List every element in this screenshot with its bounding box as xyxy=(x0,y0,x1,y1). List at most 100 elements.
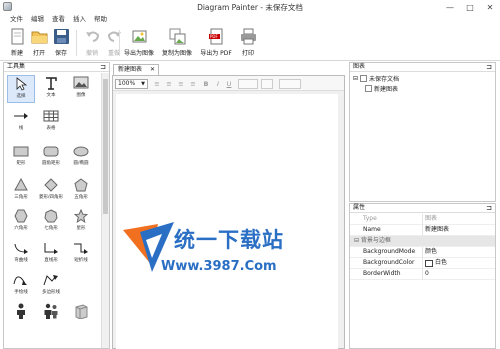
tool-label: 星形 xyxy=(76,226,86,231)
export-pdf-label: 导出为 PDF xyxy=(200,50,232,57)
property-value[interactable]: 新建图表 xyxy=(425,225,449,235)
toolbox-scrollbar[interactable] xyxy=(101,73,109,348)
minimize-button[interactable]: — xyxy=(440,0,460,14)
export-image-button[interactable]: 导出为图像 xyxy=(122,27,156,58)
column-divider xyxy=(422,247,423,258)
color-swatch xyxy=(425,259,433,267)
menu-insert[interactable]: 插入 xyxy=(69,14,90,25)
property-group-label: ⊟ 背景与边框 xyxy=(354,237,391,244)
tool-person[interactable] xyxy=(7,303,35,331)
tool-hexagon[interactable]: 六角形 xyxy=(7,208,35,236)
pin-icon[interactable]: ⊐ xyxy=(486,204,492,212)
tool-ellipse[interactable]: 圆/椭圆 xyxy=(67,143,95,171)
tool-curved-line[interactable]: 弯曲线 xyxy=(7,240,35,268)
chart-icon xyxy=(365,85,372,92)
menu-help[interactable]: 帮助 xyxy=(90,14,111,25)
property-row-type[interactable]: Type 图表 xyxy=(350,214,495,225)
tool-people[interactable] xyxy=(37,303,65,331)
tree-root-label: 未保存文档 xyxy=(369,76,400,83)
zoom-select[interactable]: 100% ▼ xyxy=(115,79,148,89)
new-button[interactable]: 新建 xyxy=(6,27,28,58)
tool-server[interactable] xyxy=(67,303,95,331)
property-key: BackgroundMode xyxy=(363,248,416,255)
tool-label: 七角形 xyxy=(44,226,58,231)
menu-view[interactable]: 查看 xyxy=(48,14,69,25)
font-color-dropdown[interactable] xyxy=(238,79,258,89)
tab-new-chart[interactable]: 新建图表 ✕ xyxy=(113,64,159,75)
triangle-icon xyxy=(12,177,30,192)
undo-button[interactable]: 撤销 xyxy=(81,27,103,58)
italic-icon[interactable]: I xyxy=(214,80,222,88)
window-controls: — □ ✕ xyxy=(440,0,500,14)
maximize-button[interactable]: □ xyxy=(460,0,480,14)
arrow-line-icon xyxy=(12,108,30,123)
pin-icon[interactable]: ⊐ xyxy=(100,63,106,71)
font-size-dropdown[interactable] xyxy=(261,79,273,89)
tool-line[interactable]: 线 xyxy=(7,108,35,136)
justify-icon[interactable]: ≡ xyxy=(189,80,197,88)
new-label: 新建 xyxy=(10,50,23,57)
tree-root[interactable]: ⊟ 未保存文档 xyxy=(353,74,399,83)
property-row-border-width[interactable]: BorderWidth 0 xyxy=(350,269,495,280)
tool-select[interactable]: 选择 xyxy=(7,75,35,103)
tool-label: 图像 xyxy=(76,93,86,98)
scrollbar-thumb[interactable] xyxy=(103,79,108,214)
print-button[interactable]: 打印 xyxy=(237,27,259,58)
copy-image-button[interactable]: 复制为图像 xyxy=(160,27,194,58)
property-key: Name xyxy=(363,226,381,233)
tool-table[interactable]: 表格 xyxy=(37,108,65,136)
close-tab-icon[interactable]: ✕ xyxy=(150,65,155,75)
column-divider xyxy=(422,269,423,280)
menu-edit[interactable]: 编辑 xyxy=(27,14,48,25)
main-toolbar: 新建 打开 保存 撤销 重做 导出为图像 复制为图像 PDF 导出为 PDF 打… xyxy=(0,26,500,61)
property-value[interactable]: 白色 xyxy=(425,258,447,268)
window-title: Diagram Painter - 未保存文档 xyxy=(197,3,303,12)
line-style-dropdown[interactable] xyxy=(279,79,301,89)
tool-triangle[interactable]: 三角形 xyxy=(7,177,35,205)
property-value[interactable]: 颜色 xyxy=(425,247,437,257)
tool-polygon-line[interactable]: 多边形线 xyxy=(37,272,65,300)
close-button[interactable]: ✕ xyxy=(480,0,500,14)
star-icon xyxy=(72,208,90,223)
tool-diamond[interactable]: 菱形/四角形 xyxy=(37,177,65,205)
tool-heptagon[interactable]: 七角形 xyxy=(37,208,65,236)
tool-rectangle[interactable]: 矩形 xyxy=(7,143,35,171)
tool-label: 多边形线 xyxy=(42,290,60,295)
open-button[interactable]: 打开 xyxy=(28,27,50,58)
tool-text[interactable]: 文本 xyxy=(37,75,65,103)
underline-icon[interactable]: U xyxy=(225,80,233,88)
tool-freehand[interactable]: 手绘线 xyxy=(7,272,35,300)
property-row-background-color[interactable]: BackgroundColor 白色 xyxy=(350,258,495,269)
diagram-canvas[interactable]: 统一下载站 Www.3987.Com xyxy=(116,94,338,349)
properties-header: 属性 ⊐ xyxy=(350,204,495,213)
property-group-background[interactable]: ⊟ 背景与边框 xyxy=(350,236,495,247)
zoom-value: 100% xyxy=(118,80,136,87)
property-value[interactable]: 0 xyxy=(425,269,429,279)
align-right-icon[interactable]: ≡ xyxy=(177,80,185,88)
hexagon-icon xyxy=(12,208,30,223)
printer-icon xyxy=(240,28,257,45)
align-left-icon[interactable]: ≡ xyxy=(153,80,161,88)
bold-icon[interactable]: B xyxy=(202,80,210,88)
watermark-title: 统一下载站 xyxy=(174,228,284,252)
tree-child[interactable]: 新建图表 xyxy=(365,84,398,93)
watermark-logo xyxy=(123,222,174,272)
pin-icon[interactable]: ⊐ xyxy=(486,63,492,71)
tool-image[interactable]: 图像 xyxy=(67,75,95,103)
toolbar-separator xyxy=(76,30,77,56)
save-button[interactable]: 保存 xyxy=(50,27,72,58)
tool-rounded-rectangle[interactable]: 圆角矩形 xyxy=(37,143,65,171)
toolbox-title: 工具集 xyxy=(7,63,26,70)
collapse-icon[interactable]: ⊟ xyxy=(353,75,358,82)
property-row-name[interactable]: Name 新建图表 xyxy=(350,225,495,236)
property-row-background-mode[interactable]: BackgroundMode 颜色 xyxy=(350,247,495,258)
tool-label: 线 xyxy=(18,126,24,131)
tool-short-polyline[interactable]: 短折线 xyxy=(67,240,95,268)
tool-label: 直线形 xyxy=(44,258,58,263)
export-pdf-button[interactable]: PDF 导出为 PDF xyxy=(199,27,233,58)
menu-file[interactable]: 文件 xyxy=(6,14,27,25)
tool-star[interactable]: 星形 xyxy=(67,208,95,236)
align-center-icon[interactable]: ≡ xyxy=(165,80,173,88)
tool-pentagon[interactable]: 五角形 xyxy=(67,177,95,205)
tool-straight-connector[interactable]: 直线形 xyxy=(37,240,65,268)
